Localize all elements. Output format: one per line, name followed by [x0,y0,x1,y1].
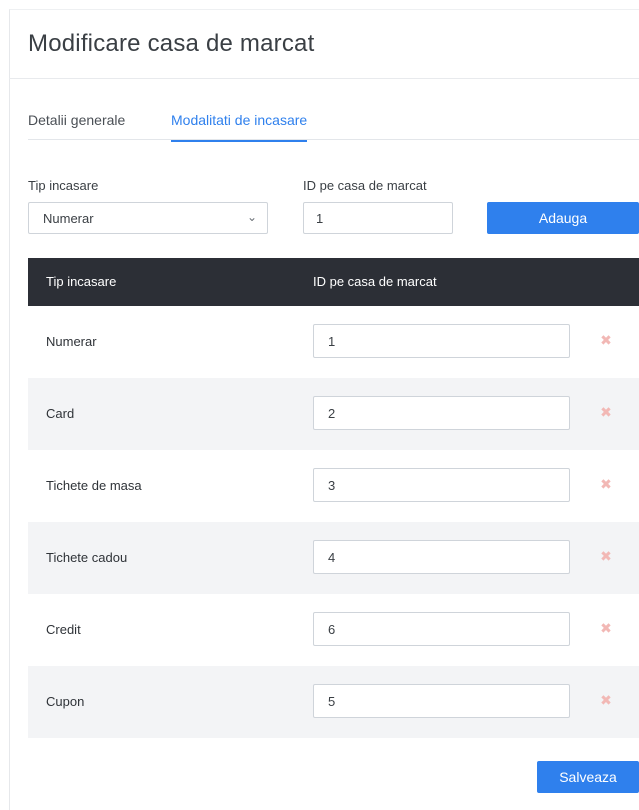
close-icon[interactable]: ✖ [598,476,614,492]
payment-type-name: Numerar [46,334,97,349]
register-id-field[interactable] [313,324,570,358]
close-icon[interactable]: ✖ [598,404,614,420]
payment-type-name: Credit [46,622,81,637]
tab-bar: Detalii generale Modalitati de incasare [28,112,639,142]
payment-type-name: Cupon [46,694,85,709]
table-row: Tichete de masa ✖ [28,450,639,522]
close-icon[interactable]: ✖ [598,332,614,348]
table-row: Credit ✖ [28,594,639,666]
tab-general-details[interactable]: Detalii generale [28,112,125,140]
register-id-input[interactable] [303,202,453,234]
payment-type-name: Tichete de masa [46,478,142,493]
tab-bar-divider [28,139,639,140]
column-header-register-id: ID pe casa de marcat [313,274,437,289]
payment-type-name: Tichete cadou [46,550,128,565]
table-header: Tip incasare ID pe casa de marcat [28,258,639,306]
close-icon[interactable]: ✖ [598,548,614,564]
table-row: Tichete cadou ✖ [28,522,639,594]
page-title: Modificare casa de marcat [28,30,315,57]
register-id-field[interactable] [313,396,570,430]
tab-payment-methods[interactable]: Modalitati de incasare [171,112,308,142]
add-button[interactable]: Adauga [487,202,639,234]
close-icon[interactable]: ✖ [598,620,614,636]
register-id-field[interactable] [313,468,570,502]
register-id-field[interactable] [313,612,570,646]
chevron-down-icon: ⌄ [246,210,257,224]
close-icon[interactable]: ✖ [598,692,614,708]
table-row: Cupon ✖ [28,666,639,738]
title-divider [9,78,639,79]
payment-type-select[interactable]: Numerar ⌄ [28,202,268,234]
register-id-field[interactable] [313,684,570,718]
save-button[interactable]: Salveaza [537,761,639,793]
table-row: Numerar ✖ [28,306,639,378]
payment-type-selected-value: Numerar [43,211,94,226]
register-id-label: ID pe casa de marcat [303,178,427,193]
table-row: Card ✖ [28,378,639,450]
register-id-field[interactable] [313,540,570,574]
column-header-payment-type: Tip incasare [46,274,117,289]
payment-type-name: Card [46,406,75,421]
payment-type-label: Tip incasare [28,178,99,193]
